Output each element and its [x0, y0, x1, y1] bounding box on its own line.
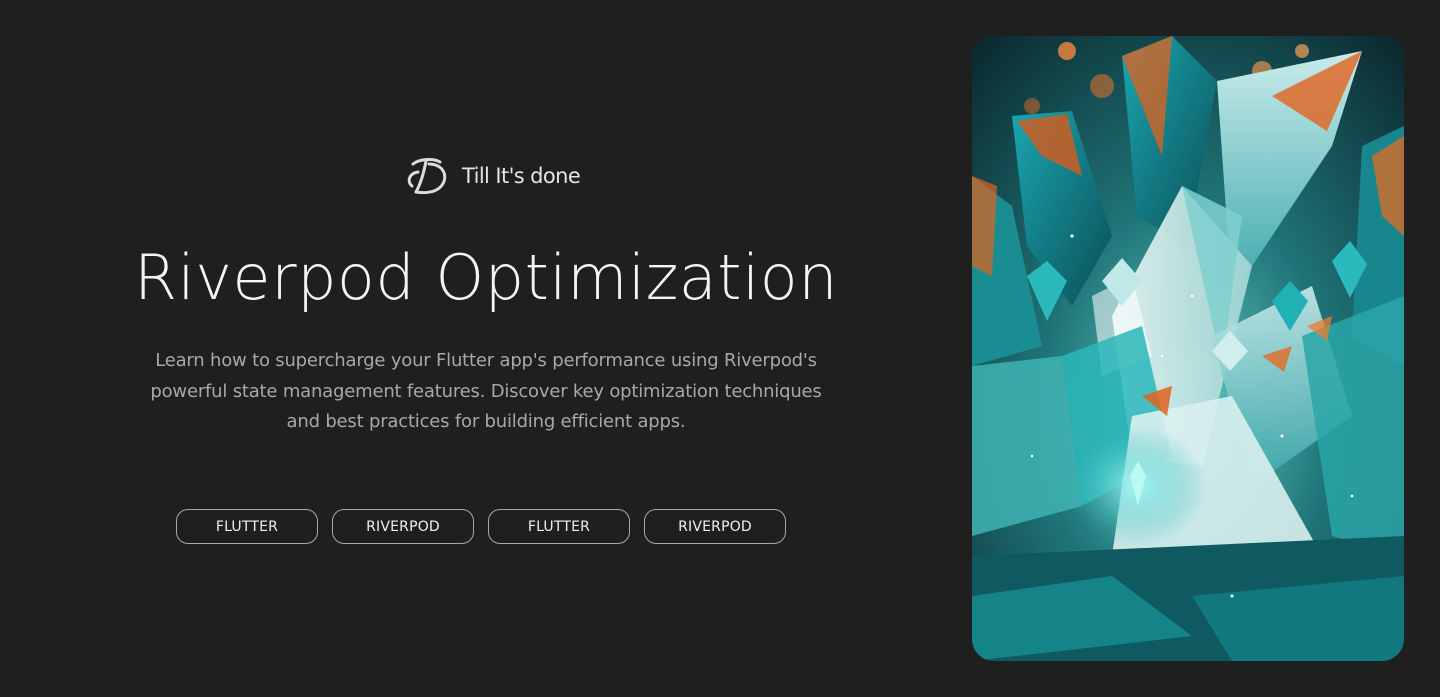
article-description: Learn how to supercharge your Flutter ap… [150, 350, 822, 432]
tag-flutter[interactable]: FLUTTER [488, 509, 630, 544]
tag-flutter[interactable]: FLUTTER [176, 509, 318, 544]
tag-riverpod[interactable]: RIVERPOD [644, 509, 786, 544]
hero-image [972, 36, 1404, 661]
tag-riverpod[interactable]: RIVERPOD [332, 509, 474, 544]
td-monogram-logo-icon [407, 158, 447, 195]
tag-list: FLUTTER RIVERPOD FLUTTER RIVERPOD [176, 509, 786, 544]
brand[interactable]: Till It's done [404, 154, 581, 198]
article-intro: Till It's done Riverpod Optimization Lea… [0, 0, 972, 697]
crystal-artwork [972, 36, 1404, 661]
page-title: Riverpod Optimization [133, 241, 839, 314]
brand-name: Till It's done [462, 164, 581, 188]
